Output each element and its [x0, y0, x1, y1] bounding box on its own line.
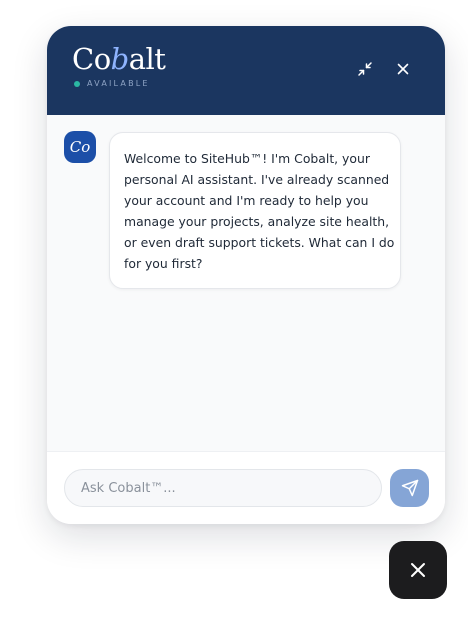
send-button[interactable] — [390, 469, 429, 507]
logo-text-start: Co — [72, 42, 111, 76]
composer — [47, 451, 445, 524]
message-list: Co Welcome to SiteHub™! I'm Cobalt, your… — [47, 115, 445, 450]
chat-launcher-close-button[interactable] — [389, 541, 447, 599]
brand: Cobalt AVAILABLE — [72, 42, 166, 89]
send-icon — [401, 479, 418, 497]
status-indicator: AVAILABLE — [74, 79, 165, 89]
minimize-button[interactable] — [353, 57, 377, 81]
status-dot — [74, 81, 80, 87]
message-input[interactable] — [64, 469, 382, 507]
close-button[interactable] — [391, 57, 415, 81]
close-icon — [411, 563, 425, 577]
logo: Cobalt — [72, 42, 166, 76]
assistant-avatar: Co — [64, 131, 96, 163]
minimize-icon — [358, 62, 372, 76]
chat-window: Cobalt AVAILABLE Co Welcome to SiteHub™!… — [47, 26, 445, 524]
assistant-message-bubble: Welcome to SiteHub™! I'm Cobalt, your pe… — [109, 132, 401, 289]
logo-text-end: alt — [128, 42, 166, 76]
close-icon — [397, 63, 409, 75]
status-text: AVAILABLE — [87, 79, 150, 88]
logo-text-accent: b — [110, 42, 130, 76]
chat-header: Cobalt AVAILABLE — [47, 26, 445, 115]
